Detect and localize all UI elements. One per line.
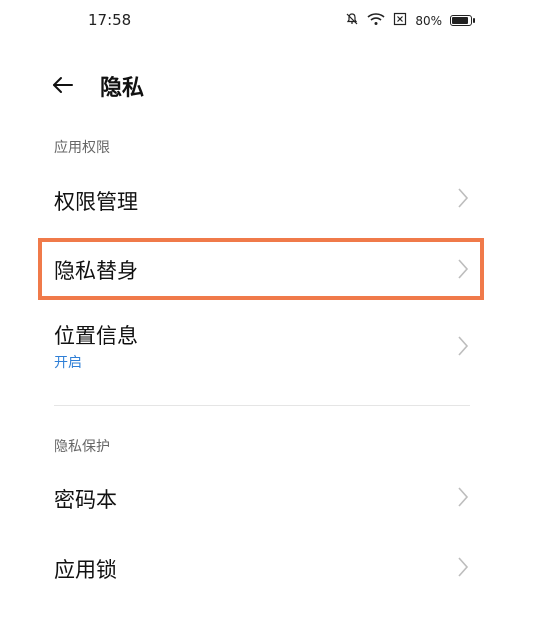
status-icons: 80% [345, 12, 475, 29]
header: 隐私 [0, 62, 534, 108]
section-label-privacy-protection: 隐私保护 [54, 439, 110, 455]
chevron-right-icon [456, 556, 470, 578]
list-item-privacy-proxy[interactable]: 隐私替身 [40, 240, 482, 298]
silent-bell-icon [345, 12, 359, 29]
wifi-icon [367, 12, 385, 29]
battery-percent: 80% [415, 13, 442, 28]
arrow-left-icon[interactable] [50, 72, 76, 98]
battery-icon [450, 15, 475, 26]
chevron-right-icon [456, 486, 470, 508]
list-item-label: 隐私替身 [54, 259, 138, 283]
section-label-app-permissions: 应用权限 [54, 140, 110, 156]
list-item-location-info[interactable]: 位置信息 开启 [40, 310, 482, 384]
list-item-label: 位置信息 [54, 324, 138, 348]
chevron-right-icon [456, 187, 470, 209]
list-item-label: 密码本 [54, 488, 117, 512]
list-item-app-lock[interactable]: 应用锁 [40, 540, 482, 596]
chevron-right-icon [456, 335, 470, 357]
list-item-label: 应用锁 [54, 558, 117, 582]
page-title: 隐私 [100, 76, 145, 101]
status-time: 17:58 [88, 11, 132, 29]
chevron-right-icon [456, 258, 470, 280]
list-item-password-book[interactable]: 密码本 [40, 470, 482, 526]
location-status: 开启 [54, 355, 82, 371]
sim-off-icon [393, 12, 407, 29]
list-item-permission-management[interactable]: 权限管理 [40, 170, 482, 226]
status-bar: 17:58 80% [0, 0, 534, 44]
section-divider [54, 405, 470, 406]
list-item-label: 权限管理 [54, 190, 138, 214]
battery-level [452, 17, 468, 24]
